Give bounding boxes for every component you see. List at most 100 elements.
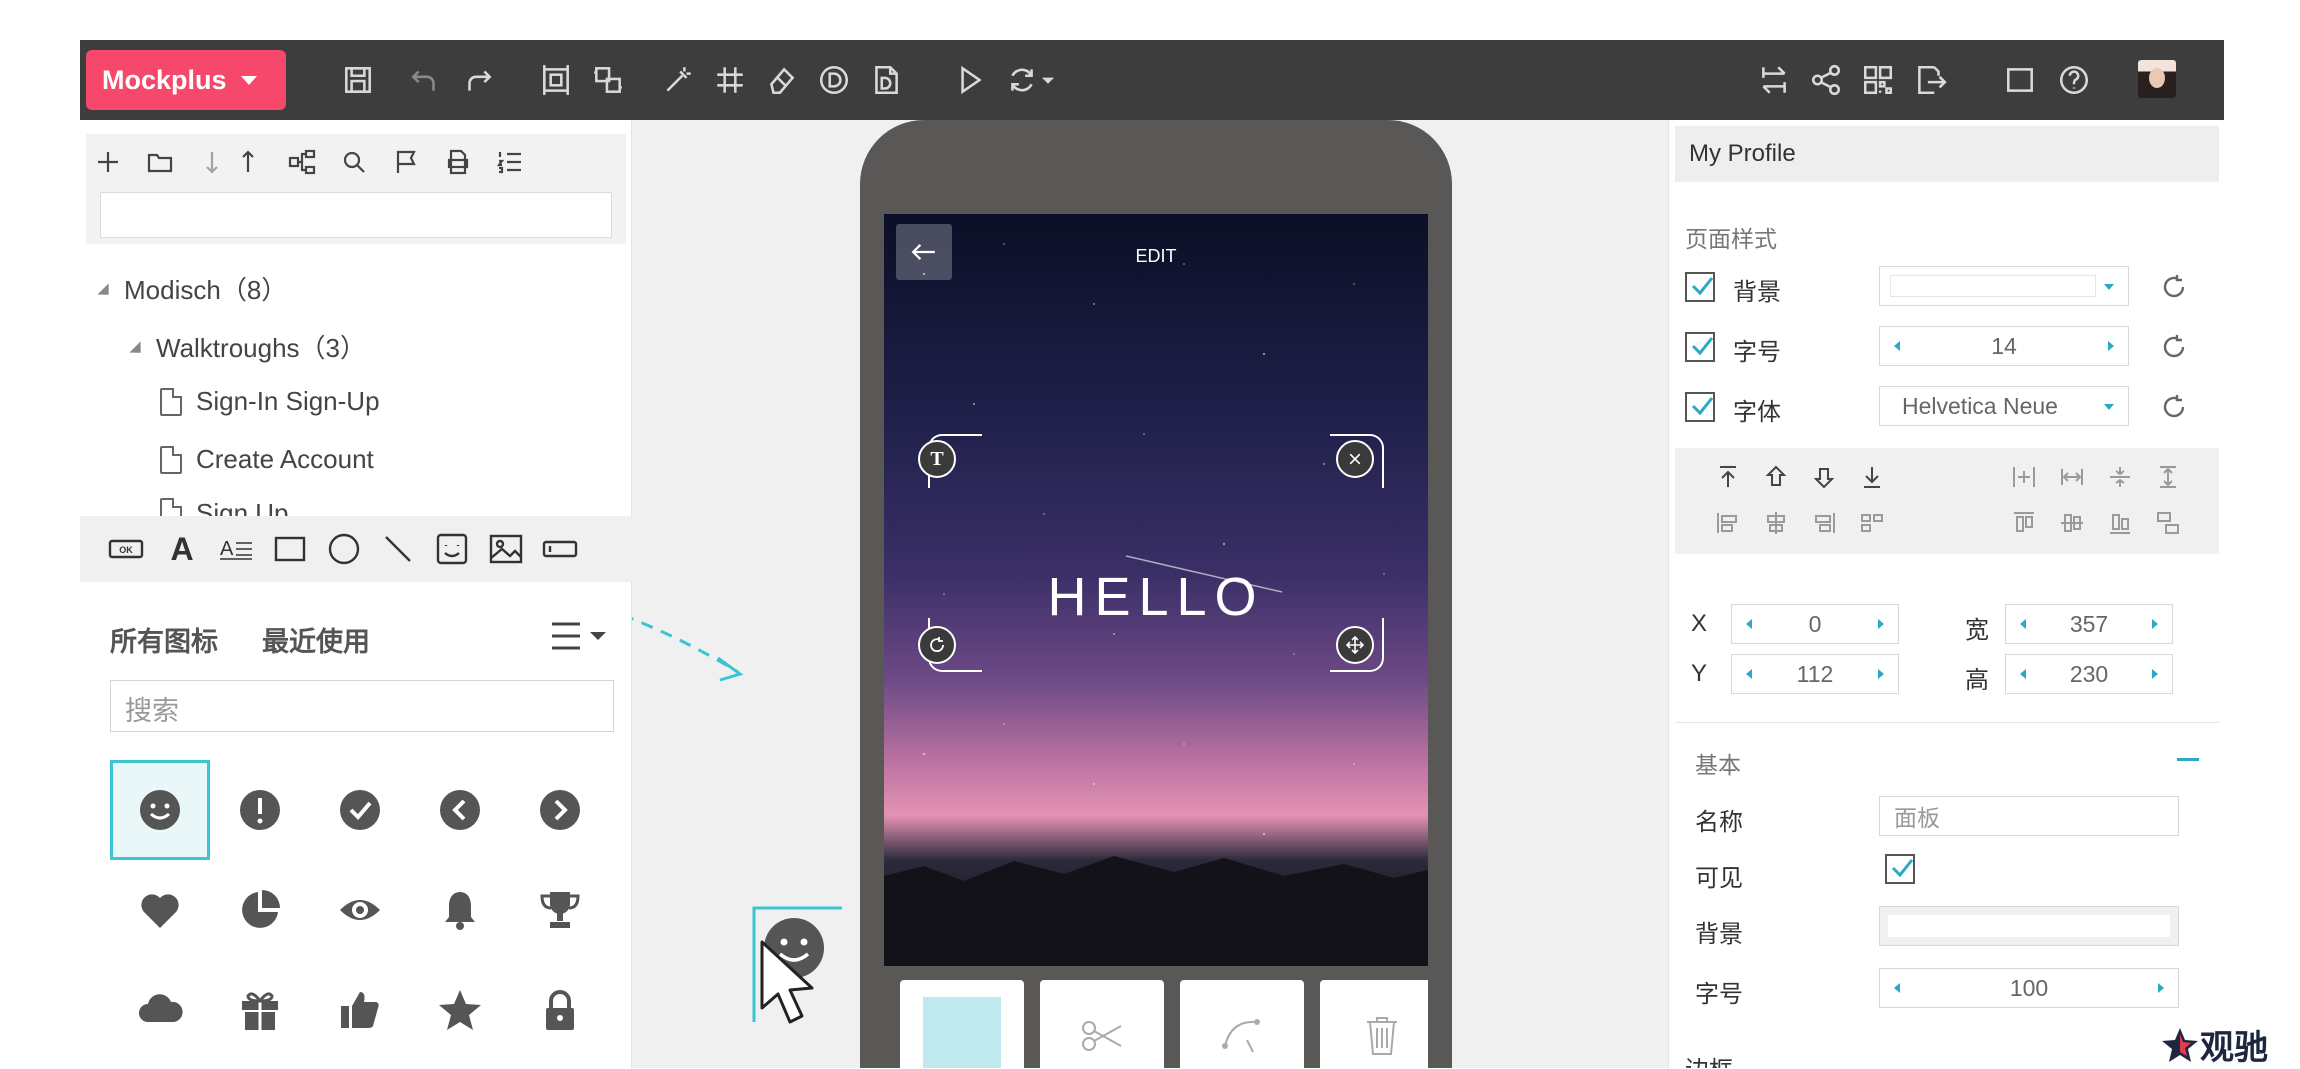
tree-page-create-account[interactable]: Create Account (160, 444, 374, 475)
pen-path-tile[interactable] (1180, 980, 1304, 1068)
image-component-icon[interactable] (486, 529, 526, 569)
font-family-dropdown[interactable]: Helvetica Neue (1879, 386, 2129, 426)
color-swatch-tile[interactable] (900, 980, 1024, 1068)
expand-triangle-icon[interactable] (97, 282, 109, 295)
group-frame-icon[interactable] (536, 60, 576, 100)
pie-chart-icon[interactable] (210, 860, 310, 960)
text-handle-icon[interactable]: T (918, 440, 956, 478)
increment-arrow-icon[interactable] (1878, 669, 1884, 679)
help-icon[interactable] (2054, 60, 2094, 100)
gift-icon[interactable] (210, 960, 310, 1060)
text-component-icon[interactable]: A (162, 529, 202, 569)
rotate-handle-icon[interactable] (918, 626, 956, 664)
align-center-h-icon[interactable] (1759, 506, 1793, 540)
y-stepper[interactable]: 112 (1731, 654, 1899, 694)
reset-icon[interactable] (2159, 272, 2189, 302)
icon-search-input[interactable]: 搜索 (110, 680, 614, 732)
tree-root-modisch[interactable]: Modisch（8） (96, 270, 287, 307)
align-top-icon[interactable] (2007, 506, 2041, 540)
check-icon[interactable] (310, 760, 410, 860)
tab-all-icons[interactable]: 所有图标 (110, 620, 218, 659)
reset-icon[interactable] (2159, 392, 2189, 422)
send-backward-icon[interactable] (1807, 460, 1841, 494)
bring-to-front-icon[interactable] (1711, 460, 1745, 494)
qr-code-icon[interactable] (1858, 60, 1898, 100)
space-h-icon[interactable] (2055, 460, 2089, 494)
increment-arrow-icon[interactable] (1878, 619, 1884, 629)
button-component-icon[interactable]: OK (106, 529, 146, 569)
align-bottom-icon[interactable] (2103, 506, 2137, 540)
redo-icon[interactable] (458, 60, 498, 100)
magic-wand-icon[interactable] (658, 60, 698, 100)
chevron-right-icon[interactable] (510, 760, 610, 860)
basic-fontsize-stepper[interactable]: 100 (1879, 968, 2179, 1008)
thumbs-up-icon[interactable] (310, 960, 410, 1060)
eye-icon[interactable] (310, 860, 410, 960)
search-icon[interactable] (334, 142, 374, 182)
fontsize-stepper[interactable]: 14 (1879, 326, 2129, 366)
design-canvas[interactable]: EDIT HELLO T (632, 120, 1668, 1068)
icon-component-icon[interactable] (432, 529, 472, 569)
increment-arrow-icon[interactable] (2158, 983, 2164, 993)
distribute-h-icon[interactable] (2007, 460, 2041, 494)
tree-folder-walkthroughs[interactable]: Walktroughs（3） (128, 328, 366, 365)
exclamation-icon[interactable] (210, 760, 310, 860)
bg-color-dropdown[interactable] (1879, 266, 2129, 306)
width-stepper[interactable]: 357 (2005, 604, 2173, 644)
share-icon[interactable] (1806, 60, 1846, 100)
heart-icon[interactable] (110, 860, 210, 960)
add-page-icon[interactable] (88, 142, 128, 182)
move-handle-icon[interactable] (1336, 626, 1374, 664)
rectangle-component-icon[interactable] (270, 529, 310, 569)
reset-icon[interactable] (2159, 332, 2189, 362)
collapse-minus-icon[interactable] (2177, 758, 2199, 761)
flag-icon[interactable] (386, 142, 426, 182)
edit-label[interactable]: EDIT (884, 246, 1428, 267)
align-right-icon[interactable] (1807, 506, 1841, 540)
d-document-icon[interactable] (866, 60, 906, 100)
scissors-tile[interactable] (1040, 980, 1164, 1068)
bring-forward-icon[interactable] (1759, 460, 1793, 494)
lock-icon[interactable] (510, 960, 610, 1060)
brand-menu-button[interactable]: Mockplus (86, 50, 286, 110)
increment-arrow-icon[interactable] (2152, 619, 2158, 629)
decrement-arrow-icon[interactable] (2020, 669, 2026, 679)
align-middle-v-icon[interactable] (2055, 506, 2089, 540)
tree-page-signup[interactable]: Sign Up (160, 498, 289, 516)
close-handle-icon[interactable] (1336, 440, 1374, 478)
fontsize-checkbox[interactable] (1685, 332, 1715, 362)
height-stepper[interactable]: 230 (2005, 654, 2173, 694)
send-to-back-icon[interactable] (1855, 460, 1889, 494)
star-icon[interactable] (410, 960, 510, 1060)
match-size-icon[interactable] (2151, 506, 2185, 540)
export-icon[interactable] (1910, 60, 1950, 100)
distribute-icon[interactable] (1855, 506, 1889, 540)
user-avatar[interactable] (2138, 60, 2176, 98)
decrement-arrow-icon[interactable] (1894, 341, 1900, 351)
smile-icon[interactable] (110, 760, 210, 860)
undo-icon[interactable] (405, 60, 445, 100)
cloud-icon[interactable] (110, 960, 210, 1060)
circle-component-icon[interactable] (324, 529, 364, 569)
increment-arrow-icon[interactable] (2108, 341, 2114, 351)
decrement-arrow-icon[interactable] (2020, 619, 2026, 629)
sync-options-caret-icon[interactable] (1036, 60, 1060, 100)
window-icon[interactable] (2000, 60, 2040, 100)
page-name-input[interactable] (100, 192, 612, 238)
decrement-arrow-icon[interactable] (1894, 983, 1900, 993)
line-component-icon[interactable] (378, 529, 418, 569)
decrement-arrow-icon[interactable] (1746, 619, 1752, 629)
distribute-v-icon[interactable] (2103, 460, 2137, 494)
list-menu-icon[interactable] (550, 616, 620, 656)
bell-icon[interactable] (410, 860, 510, 960)
phone-screen[interactable]: EDIT HELLO T (884, 214, 1428, 966)
label-component-icon[interactable]: A (216, 529, 256, 569)
x-stepper[interactable]: 0 (1731, 604, 1899, 644)
swap-icon[interactable] (1754, 60, 1794, 100)
trophy-icon[interactable] (510, 860, 610, 960)
name-input[interactable]: 面板 (1879, 796, 2179, 836)
bg-checkbox[interactable] (1685, 272, 1715, 302)
decrement-arrow-icon[interactable] (1746, 669, 1752, 679)
play-icon[interactable] (950, 60, 990, 100)
tab-recent-icons[interactable]: 最近使用 (262, 620, 370, 659)
